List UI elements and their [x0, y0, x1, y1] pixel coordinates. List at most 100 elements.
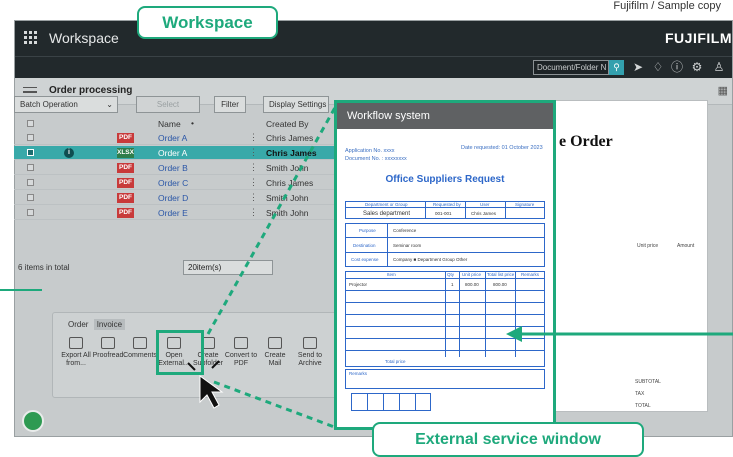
- chevron-down-icon: ⌄: [106, 100, 113, 109]
- department-value: Sales department: [363, 211, 411, 217]
- action-icon: [133, 337, 147, 349]
- header-requested-by: Requested by: [433, 202, 461, 207]
- filter-button[interactable]: Filter: [214, 96, 246, 113]
- action-tabs: Order Invoice: [65, 319, 126, 330]
- send-icon[interactable]: ➤: [631, 60, 645, 74]
- file-name[interactable]: Order A: [158, 133, 187, 143]
- created-by: Chris James: [266, 148, 317, 158]
- row-checkbox[interactable]: [27, 149, 34, 156]
- display-settings-button[interactable]: Display Settings: [263, 96, 329, 113]
- more-options-icon[interactable]: ⋮: [249, 132, 258, 143]
- action-label: Comments: [123, 352, 157, 359]
- action-export-all-from-button[interactable]: Export All from...: [59, 337, 93, 368]
- select-all-checkbox[interactable]: [27, 120, 34, 127]
- more-options-icon[interactable]: ⋮: [249, 147, 258, 158]
- apps-grid-icon[interactable]: [24, 31, 38, 45]
- table-row[interactable]: PDF Order E ⋮ Smith John: [14, 206, 344, 220]
- row-checkbox[interactable]: [27, 134, 34, 141]
- batch-operation-select[interactable]: Batch Operation ⌄: [14, 96, 118, 113]
- file-table: PDF Order A ⋮ Chris James i XLSX Order A ⋮ Chris…: [14, 131, 344, 231]
- sort-icon[interactable]: •: [191, 118, 194, 128]
- requested-by-value: 001-001: [435, 211, 452, 216]
- action-label: Proofread: [92, 352, 124, 359]
- file-name[interactable]: Order E: [158, 208, 188, 218]
- action-label: Create Mail: [264, 352, 286, 367]
- status-badge[interactable]: [22, 410, 44, 432]
- more-options-icon[interactable]: ⋮: [249, 207, 258, 218]
- app-title: Workspace: [49, 30, 119, 46]
- view-toggle-icon[interactable]: ▦: [718, 84, 728, 97]
- file-name[interactable]: Order C: [158, 178, 188, 188]
- action-icon: [234, 337, 248, 349]
- table-row[interactable]: PDF Order B ⋮ Smith John: [14, 161, 344, 175]
- application-number: Application No. xxxx: [345, 148, 395, 154]
- search-bar: Document/Folder N ⚲ ➤ ♢ ⓘ ⚙ ♙: [15, 56, 732, 78]
- file-type-badge: XLSX: [117, 148, 134, 158]
- page-title: Order processing: [49, 85, 133, 96]
- sample-caption: Fujifilm / Sample copy: [613, 0, 721, 12]
- action-icon: [101, 337, 115, 349]
- file-type-badge: PDF: [117, 208, 134, 218]
- file-type-badge: PDF: [117, 133, 134, 143]
- action-label: Send to Archive: [297, 352, 323, 367]
- select-button[interactable]: Select: [136, 96, 200, 113]
- items-header-unit-price: Unit price: [462, 272, 482, 277]
- created-by: Chris James: [266, 178, 314, 188]
- top-bar: Workspace FUJIFILM: [15, 21, 732, 56]
- table-row[interactable]: PDF Order C ⋮ Chris James: [14, 176, 344, 190]
- search-input[interactable]: Document/Folder N: [533, 60, 609, 75]
- action-comments-button[interactable]: Comments: [123, 337, 157, 360]
- workspace-label: Workspace: [137, 6, 278, 39]
- items-header-qty: Qty: [447, 272, 455, 277]
- tab-order[interactable]: Order: [65, 319, 91, 330]
- more-options-icon[interactable]: ⋮: [249, 177, 258, 188]
- row-checkbox[interactable]: [27, 209, 34, 216]
- per-page-select[interactable]: 20item(s): [183, 260, 273, 275]
- file-name[interactable]: Order D: [158, 193, 188, 203]
- row-checkbox[interactable]: [27, 179, 34, 186]
- column-created-by[interactable]: Created By: [266, 119, 309, 129]
- action-label: Export All from...: [61, 352, 91, 367]
- gear-icon[interactable]: ⚙: [690, 60, 704, 74]
- header-user: User: [480, 202, 490, 207]
- unit-price-header: Unit price: [637, 243, 659, 249]
- items-header-remarks: Remarks: [521, 272, 540, 277]
- more-options-icon[interactable]: ⋮: [249, 162, 258, 173]
- total-label: TOTAL: [635, 403, 651, 409]
- file-name[interactable]: Order A: [158, 148, 187, 158]
- column-name[interactable]: Name: [158, 119, 181, 129]
- header-department: Department or Group: [365, 202, 408, 207]
- file-name[interactable]: Order B: [158, 163, 188, 173]
- file-type-badge: PDF: [117, 178, 134, 188]
- more-options-icon[interactable]: ⋮: [249, 192, 258, 203]
- document-heading: e Order: [559, 133, 613, 150]
- external-service-window: Workflow system Application No. xxxx Doc…: [334, 100, 556, 430]
- item-name: Projector: [349, 282, 368, 287]
- row-checkbox[interactable]: [27, 164, 34, 171]
- bell-icon[interactable]: ♢: [651, 60, 665, 74]
- purpose-label: Purpose: [359, 228, 376, 233]
- item-qty: 1: [451, 282, 454, 287]
- info-icon[interactable]: i: [64, 148, 74, 158]
- search-icon[interactable]: ⚲: [609, 60, 624, 75]
- items-total: 6 items in total: [18, 263, 70, 272]
- tab-invoice[interactable]: Invoice: [93, 319, 126, 330]
- stamp-boxes: [351, 393, 431, 411]
- action-proofread-button[interactable]: Proofread: [91, 337, 125, 360]
- created-by: Smith John: [266, 163, 309, 173]
- help-icon[interactable]: ⓘ: [670, 60, 684, 74]
- action-icon: [69, 337, 83, 349]
- cost-label: Cost expense: [351, 257, 379, 262]
- action-send-to-archive-button[interactable]: Send to Archive: [293, 337, 327, 368]
- user-icon[interactable]: ♙: [712, 60, 726, 74]
- table-row[interactable]: PDF Order A ⋮ Chris James: [14, 131, 344, 145]
- table-row[interactable]: i XLSX Order A ⋮ Chris James: [14, 146, 344, 160]
- action-convert-to-pdf-button[interactable]: Convert to PDF: [224, 337, 258, 368]
- remarks-label: Remarks: [349, 371, 368, 376]
- popup-title: Workflow system: [337, 103, 553, 129]
- action-create-mail-button[interactable]: Create Mail: [258, 337, 292, 368]
- action-icon: [303, 337, 317, 349]
- request-title: Office Suppliers Request: [385, 174, 505, 185]
- table-row[interactable]: PDF Order D ⋮ Smith John: [14, 191, 344, 205]
- row-checkbox[interactable]: [27, 194, 34, 201]
